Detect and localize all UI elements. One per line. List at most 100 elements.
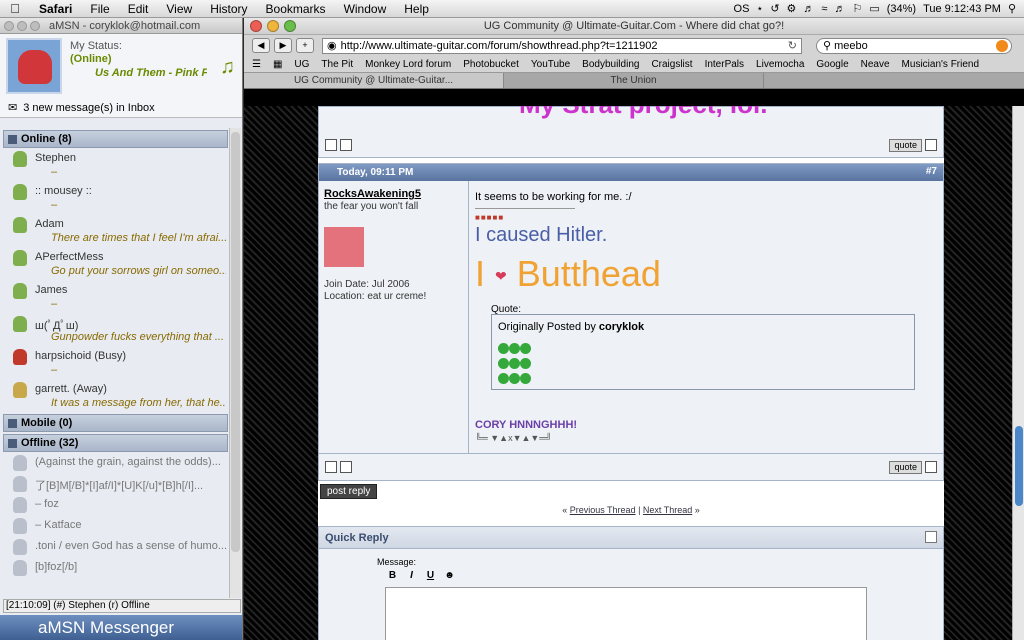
contact-item[interactable]: – foz: [3, 494, 228, 515]
snapback-icon[interactable]: [996, 39, 1008, 52]
multiquote-icon[interactable]: [925, 139, 937, 151]
vote-icon[interactable]: [325, 461, 337, 473]
quote-button[interactable]: quote: [889, 461, 922, 474]
previous-thread-link[interactable]: Previous Thread: [570, 505, 636, 515]
bookmark-link[interactable]: Monkey Lord forum: [365, 59, 451, 70]
time-machine-icon[interactable]: ↺: [770, 0, 779, 18]
reload-icon[interactable]: ↻: [788, 39, 801, 52]
menu-history[interactable]: History: [201, 0, 256, 18]
contact-list-scrollbar[interactable]: [229, 128, 241, 598]
bookmark-link[interactable]: Livemocha: [756, 59, 804, 70]
forward-icon[interactable]: ▶: [274, 38, 292, 53]
volume-icon[interactable]: ♬: [803, 0, 814, 18]
contact-item[interactable]: .toni / even God has a sense of humo...: [3, 536, 228, 557]
avatar[interactable]: [6, 38, 62, 94]
bookmark-link[interactable]: InterPals: [705, 59, 744, 70]
contact-item[interactable]: ш(ﾟДﾟш) Gunpowder fucks everything that .…: [3, 313, 228, 346]
close-icon[interactable]: [4, 20, 14, 31]
group-mobile[interactable]: Mobile (0): [3, 414, 228, 432]
apple-menu-icon[interactable]: : [0, 1, 30, 16]
smiley-icon: [520, 343, 531, 354]
inbox-notice[interactable]: ✉ 3 new message(s) in Inbox: [0, 98, 242, 118]
amsn-window-title: aMSN - coryklok@hotmail.com: [49, 19, 201, 32]
add-bookmark-icon[interactable]: +: [296, 38, 314, 53]
bookmark-link[interactable]: Musician's Friend: [902, 59, 980, 70]
italic-button[interactable]: I: [404, 569, 419, 583]
quote-button[interactable]: quote: [889, 139, 922, 152]
contact-item[interactable]: (Against the grain, against the odds)...: [3, 452, 228, 473]
bookmark-link[interactable]: UG: [294, 59, 309, 70]
post-username[interactable]: RocksAwakening5: [324, 188, 421, 200]
volume-speaker-icon[interactable]: ♬: [834, 0, 845, 18]
menu-view[interactable]: View: [157, 0, 201, 18]
menu-file[interactable]: File: [81, 0, 118, 18]
contact-item[interactable]: James –: [3, 280, 228, 313]
back-icon[interactable]: ◀: [252, 38, 270, 53]
safari-titlebar[interactable]: UG Community @ Ultimate-Guitar.Com - Whe…: [244, 18, 1024, 35]
sync-icon[interactable]: ⚙: [787, 0, 797, 18]
my-status-value[interactable]: (Online): [70, 53, 112, 65]
os-icon[interactable]: OS: [734, 0, 750, 18]
tab-ug-community[interactable]: UG Community @ Ultimate-Guitar...: [244, 73, 504, 88]
bookmark-link[interactable]: YouTube: [531, 59, 570, 70]
underline-button[interactable]: U: [423, 569, 438, 583]
contact-item[interactable]: 了[B]M[/B]*[I]af/I]*[U]K[/u]*[B]h[/I]...: [3, 473, 228, 494]
report-icon[interactable]: [340, 139, 352, 151]
group-label: Online (8): [21, 133, 72, 145]
smilie-icon[interactable]: ☻: [442, 569, 457, 583]
post-reply-button[interactable]: post reply: [320, 484, 378, 499]
zoom-icon[interactable]: [284, 20, 296, 32]
bookmark-link[interactable]: The Pit: [321, 59, 353, 70]
menu-bookmarks[interactable]: Bookmarks: [257, 0, 335, 18]
next-thread-link[interactable]: Next Thread: [643, 505, 692, 515]
book-icon[interactable]: ☰: [252, 59, 261, 70]
minimize-icon[interactable]: [267, 20, 279, 32]
contact-item[interactable]: Adam There are times that I feel I'm afra…: [3, 214, 228, 247]
vote-icon[interactable]: [325, 139, 337, 151]
message-textarea[interactable]: [385, 587, 867, 640]
bookmark-link[interactable]: Bodybuilding: [582, 59, 639, 70]
inbox-text: 3 new message(s) in Inbox: [23, 101, 155, 114]
contact-item[interactable]: :: mousey :: –: [3, 181, 228, 214]
search-field[interactable]: ⚲ meebo: [816, 37, 1012, 54]
clock[interactable]: Tue 9:12:43 PM: [923, 0, 1001, 18]
contact-item[interactable]: harpsichoid (Busy) –: [3, 346, 228, 379]
spotlight-icon[interactable]: ⚲: [1008, 0, 1016, 18]
menu-window[interactable]: Window: [335, 0, 396, 18]
battery-icon[interactable]: ▭: [869, 0, 879, 18]
contact-item[interactable]: – Katface: [3, 515, 228, 536]
tab-the-union[interactable]: The Union: [504, 73, 764, 88]
multiquote-icon[interactable]: [925, 461, 937, 473]
grid-icon[interactable]: ▦: [273, 59, 282, 70]
post-number[interactable]: #7: [926, 166, 937, 177]
minimize-icon[interactable]: [17, 20, 27, 31]
menu-app[interactable]: Safari: [30, 0, 81, 18]
previous-post-footer: My Strat project, lol. quote: [318, 106, 944, 158]
amsn-titlebar[interactable]: aMSN - coryklok@hotmail.com: [0, 18, 242, 34]
collapse-icon[interactable]: [925, 531, 937, 543]
contact-item[interactable]: garrett. (Away) It was a message from her…: [3, 379, 228, 412]
bold-button[interactable]: B: [385, 569, 400, 583]
close-icon[interactable]: [250, 20, 262, 32]
url-field[interactable]: ◉ http://www.ultimate-guitar.com/forum/s…: [322, 37, 802, 54]
personal-message[interactable]: Us And Them - Pink Fl...: [95, 67, 207, 79]
contact-item[interactable]: Stephen –: [3, 148, 228, 181]
scrollbar-thumb[interactable]: [1015, 426, 1023, 506]
bookmark-link[interactable]: Neave: [861, 59, 890, 70]
zoom-icon[interactable]: [30, 20, 40, 31]
bookmark-link[interactable]: Photobucket: [463, 59, 519, 70]
group-offline[interactable]: Offline (32): [3, 434, 228, 452]
report-icon[interactable]: [340, 461, 352, 473]
bluetooth-icon[interactable]: ⋆: [756, 0, 763, 18]
menu-help[interactable]: Help: [395, 0, 438, 18]
bookmark-link[interactable]: Google: [816, 59, 848, 70]
group-online[interactable]: Online (8): [3, 130, 228, 148]
page-scrollbar[interactable]: [1012, 106, 1024, 640]
bookmark-link[interactable]: Craigslist: [651, 59, 692, 70]
contact-item[interactable]: [b]foz[/b]: [3, 557, 228, 578]
menu-edit[interactable]: Edit: [119, 0, 158, 18]
scrollbar-thumb[interactable]: [231, 132, 240, 552]
contact-item[interactable]: APerfectMess Go put your sorrows girl on …: [3, 247, 228, 280]
wifi-icon[interactable]: ≈: [821, 0, 827, 18]
flag-icon[interactable]: ⚐: [852, 0, 862, 18]
